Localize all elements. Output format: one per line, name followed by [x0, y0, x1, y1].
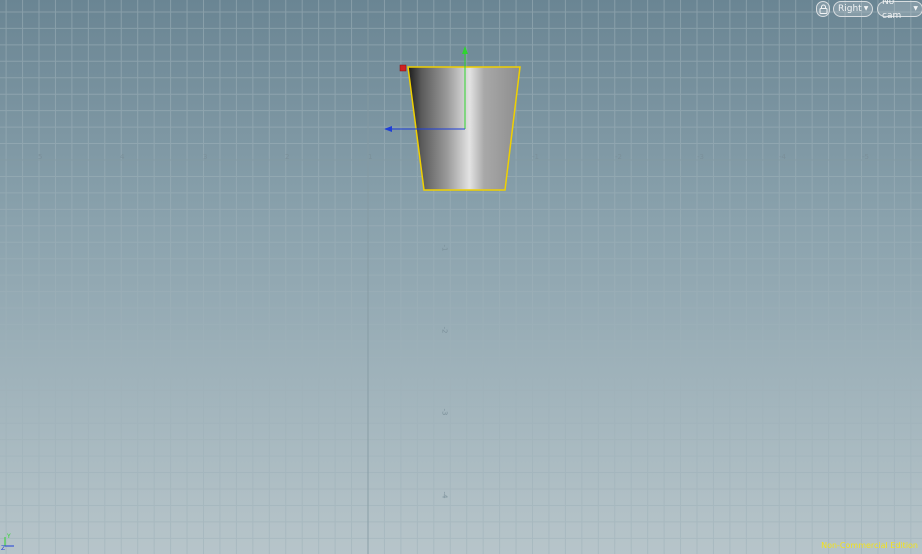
view-menu-button[interactable]: Right ▼: [833, 1, 873, 17]
lock-view-button[interactable]: [816, 1, 830, 17]
chevron-down-icon: ▼: [863, 5, 869, 12]
scene-geometry: [384, 46, 521, 191]
lock-icon: [819, 4, 827, 14]
camera-menu-button[interactable]: No cam ▼: [877, 0, 922, 21]
axis-z-label: Z: [1, 545, 5, 551]
scene-viewport[interactable]: 5 4 3 2 1 -1 -2 -3 -4 -5 -1 -2 -3 -4 Rig…: [0, 0, 922, 554]
axis-indicator-icon: Y Z: [1, 533, 14, 551]
z-arrow-icon[interactable]: [384, 126, 392, 132]
y-arrow-icon[interactable]: [462, 46, 468, 54]
axis-y-label: Y: [6, 533, 11, 540]
pivot-handle[interactable]: [399, 64, 407, 72]
chevron-down-icon: ▼: [913, 5, 918, 12]
view-menu-label: Right: [838, 4, 862, 14]
camera-menu-label: No cam: [882, 0, 902, 21]
edition-watermark: Non-Commercial Edition: [821, 541, 918, 550]
